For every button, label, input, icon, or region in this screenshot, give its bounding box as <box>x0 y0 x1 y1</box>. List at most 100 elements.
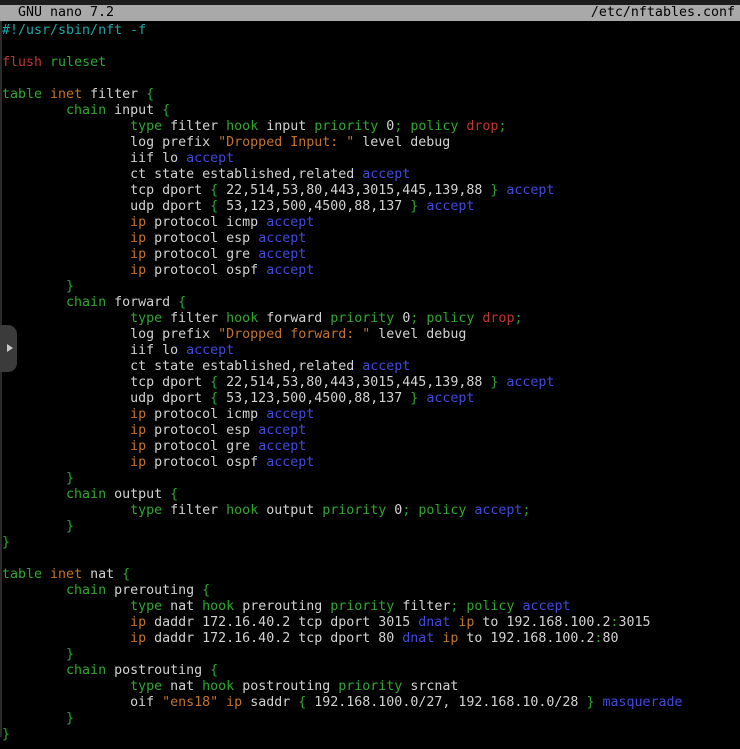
code-token: accept <box>362 359 410 374</box>
code-token: ip <box>130 631 146 646</box>
nano-version-label: GNU nano 7.2 <box>18 5 114 21</box>
code-token: { <box>146 87 154 102</box>
code-token: ip <box>130 439 146 454</box>
code-token: protocol gre <box>146 247 258 262</box>
code-token <box>2 279 66 294</box>
code-token: oif <box>2 695 162 710</box>
code-token: type <box>130 679 162 694</box>
code-token: table <box>2 87 42 102</box>
code-token: ip <box>130 263 146 278</box>
code-token: ip <box>130 247 146 262</box>
code-token: "Dropped Input: " <box>218 135 354 150</box>
code-token: } <box>66 647 74 662</box>
code-line: type nat hook postrouting priority srcna… <box>2 679 740 695</box>
code-token: priority <box>330 311 394 326</box>
code-line: ct state established,related accept <box>2 167 740 183</box>
code-token: filter <box>82 87 146 102</box>
code-token: } <box>2 727 10 742</box>
code-token: log prefix <box>2 135 218 150</box>
code-token: policy <box>410 119 458 134</box>
code-token: inet <box>50 87 82 102</box>
code-token: protocol esp <box>146 423 258 438</box>
code-token: chain <box>66 103 106 118</box>
code-token: filter <box>162 503 226 518</box>
code-token: 22,514,53,80,443,3015,445,139,88 <box>218 183 490 198</box>
code-token: forward <box>258 311 330 326</box>
code-token: ct state established,related <box>2 167 362 182</box>
code-token <box>2 663 66 678</box>
code-token: { <box>210 375 218 390</box>
code-token: { <box>178 295 186 310</box>
code-token: accept <box>266 215 314 230</box>
code-line: oif "ens18" ip saddr { 192.168.100.0/27,… <box>2 695 740 711</box>
code-token: input <box>258 119 314 134</box>
code-token: postrouting <box>234 679 338 694</box>
nano-titlebar: GNU nano 7.2 /etc/nftables.conf <box>0 5 740 21</box>
code-token <box>2 439 130 454</box>
code-token: to 192.168.100.2 <box>474 615 610 630</box>
code-line: log prefix "Dropped Input: " level debug <box>2 135 740 151</box>
code-token <box>218 695 226 710</box>
code-token: table <box>2 567 42 582</box>
code-token: nat <box>162 599 202 614</box>
code-token: iif lo <box>2 151 186 166</box>
code-token: ip <box>130 231 146 246</box>
code-token: output <box>106 487 170 502</box>
side-panel-toggle[interactable] <box>0 325 17 372</box>
code-token: accept <box>426 199 474 214</box>
code-line: } <box>2 519 740 535</box>
code-token: { <box>210 391 218 406</box>
code-token: 192.168.100.0/27, 192.168.10.0/28 <box>306 695 586 710</box>
code-token: ; <box>522 503 530 518</box>
code-token: ; <box>514 311 522 326</box>
code-token: accept <box>506 375 554 390</box>
code-line: udp dport { 53,123,500,4500,88,137 } acc… <box>2 391 740 407</box>
code-line: ip protocol gre accept <box>2 247 740 263</box>
code-token: udp dport <box>2 391 210 406</box>
code-token: { <box>202 583 210 598</box>
code-line: } <box>2 535 740 551</box>
code-token: chain <box>66 583 106 598</box>
code-token: priority <box>322 503 386 518</box>
editor-buffer[interactable]: #!/usr/sbin/nft -fflush rulesettable ine… <box>0 21 740 749</box>
code-token: { <box>162 103 170 118</box>
code-token <box>2 615 130 630</box>
code-token: chain <box>66 295 106 310</box>
code-token: ct state established,related <box>2 359 362 374</box>
code-line: } <box>2 727 740 743</box>
code-line: udp dport { 53,123,500,4500,88,137 } acc… <box>2 199 740 215</box>
code-token: chain <box>66 487 106 502</box>
code-line: } <box>2 647 740 663</box>
code-token: hook <box>202 679 234 694</box>
code-token: iif lo <box>2 343 186 358</box>
code-token: output <box>258 503 322 518</box>
code-token: masquerade <box>602 695 682 710</box>
code-line: } <box>2 279 740 295</box>
code-token: accept <box>186 151 234 166</box>
code-token: filter <box>162 119 226 134</box>
code-token: 3015 <box>618 615 650 630</box>
chevron-right-icon <box>7 344 13 352</box>
code-token: "ens18" <box>162 695 218 710</box>
code-line: tcp dport { 22,514,53,80,443,3015,445,13… <box>2 183 740 199</box>
code-token: 0 <box>386 503 402 518</box>
code-token: level debug <box>370 327 466 342</box>
code-token <box>2 295 66 310</box>
code-token <box>2 647 66 662</box>
code-token: accept <box>522 599 570 614</box>
code-token: protocol icmp <box>146 407 266 422</box>
code-line: table inet filter { <box>2 87 740 103</box>
code-token: { <box>122 567 130 582</box>
terminal-window: GNU nano 7.2 /etc/nftables.conf #!/usr/s… <box>0 0 740 749</box>
code-token <box>2 679 130 694</box>
code-token: input <box>106 103 162 118</box>
code-line: ip protocol esp accept <box>2 423 740 439</box>
code-token <box>2 471 66 486</box>
code-token: 53,123,500,4500,88,137 <box>218 199 410 214</box>
code-line: ip daddr 172.16.40.2 tcp dport 80 dnat i… <box>2 631 740 647</box>
code-token: prerouting <box>106 583 202 598</box>
code-token: { <box>210 199 218 214</box>
code-token <box>2 119 130 134</box>
code-token: ; <box>498 119 506 134</box>
code-line: ip protocol gre accept <box>2 439 740 455</box>
